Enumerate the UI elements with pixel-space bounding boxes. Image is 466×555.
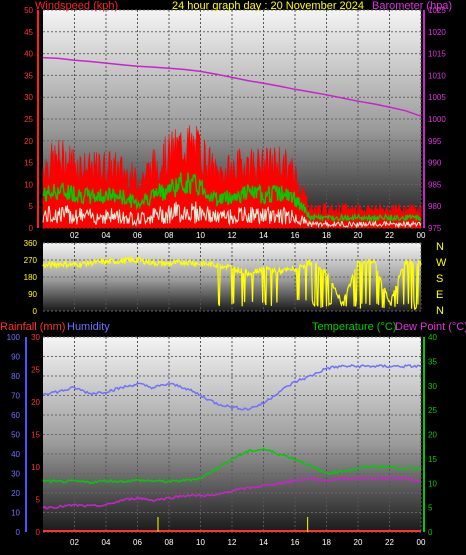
barometer-tick-label: 1010 — [428, 71, 446, 80]
barometer-tick-label: 990 — [428, 159, 442, 168]
direction-tick-label: 90 — [28, 290, 37, 299]
temperature-tick-label: 20 — [428, 431, 437, 440]
temperature-tick-label: 25 — [428, 406, 437, 415]
temperature-tick-label: 40 — [428, 333, 437, 342]
wind-x-tick-label: 06 — [133, 231, 142, 240]
humidity-tick-label: 60 — [11, 411, 20, 420]
temp-x-tick-label: 12 — [228, 538, 237, 547]
direction-tick-label: 270 — [24, 256, 38, 265]
wind-x-tick-label: 12 — [228, 231, 237, 240]
windspeed-tick-label: 40 — [24, 50, 33, 59]
temp-x-tick-label: 22 — [385, 538, 394, 547]
humidity-tick-label: 30 — [11, 470, 20, 479]
compass-label: S — [436, 273, 443, 285]
wind-x-tick-label: 02 — [70, 231, 79, 240]
windspeed-tick-label: 50 — [24, 6, 33, 15]
temp-x-tick-label: 16 — [291, 538, 300, 547]
temp-x-tick-label: 10 — [196, 538, 205, 547]
windspeed-tick-label: 20 — [24, 137, 33, 146]
compass-label: N — [436, 305, 444, 317]
rainfall-axis-label: Rainfall (mm) — [0, 321, 65, 333]
wind-x-tick-label: 20 — [354, 231, 363, 240]
temperature-tick-label: 15 — [428, 455, 437, 464]
chart-title: 24 hour graph day : 20 November 2024 — [172, 0, 364, 12]
barometer-tick-label: 1005 — [428, 93, 446, 102]
windspeed-tick-label: 15 — [24, 159, 33, 168]
rainfall-tick-label: 25 — [31, 366, 40, 375]
barometer-tick-label: 1015 — [428, 50, 446, 59]
temp-x-tick-label: 04 — [102, 538, 111, 547]
temperature-tick-label: 0 — [428, 528, 433, 537]
windspeed-tick-label: 0 — [29, 224, 34, 233]
humidity-tick-label: 80 — [11, 372, 20, 381]
temp-x-tick-label: 00 — [417, 538, 426, 547]
barometer-tick-label: 1020 — [428, 28, 446, 37]
humidity-tick-label: 100 — [7, 333, 21, 342]
direction-tick-label: 360 — [24, 239, 38, 248]
barometer-tick-label: 995 — [428, 137, 442, 146]
direction-tick-label: 180 — [24, 273, 38, 282]
wind-x-tick-label: 04 — [102, 231, 111, 240]
humidity-tick-label: 0 — [16, 528, 21, 537]
temp-x-tick-label: 08 — [165, 538, 174, 547]
wind-x-tick-label: 10 — [196, 231, 205, 240]
windspeed-tick-label: 30 — [24, 93, 33, 102]
windspeed-tick-label: 5 — [29, 202, 34, 211]
temp-x-tick-label: 02 — [70, 538, 79, 547]
barometer-tick-label: 985 — [428, 180, 442, 189]
barometer-tick-label: 975 — [428, 224, 442, 233]
rainfall-tick-label: 15 — [31, 431, 40, 440]
temperature-tick-label: 35 — [428, 357, 437, 366]
barometer-axis-label: Barometer (hpa) — [372, 0, 452, 12]
temperature-axis-label: Temperature (°C) — [312, 321, 396, 333]
rainfall-tick-label: 0 — [36, 528, 41, 537]
wind-x-tick-label: 18 — [322, 231, 331, 240]
wind-x-tick-label: 08 — [165, 231, 174, 240]
temp-x-tick-label: 14 — [259, 538, 268, 547]
wind-x-tick-label: 16 — [291, 231, 300, 240]
windspeed-tick-label: 35 — [24, 71, 33, 80]
temp-x-tick-label: 06 — [133, 538, 142, 547]
temp-x-tick-label: 18 — [322, 538, 331, 547]
temperature-tick-label: 30 — [428, 382, 437, 391]
rainfall-tick-label: 5 — [36, 496, 41, 505]
rainfall-tick-label: 10 — [31, 463, 40, 472]
humidity-axis-label: Humidity — [67, 321, 110, 333]
wind-x-tick-label: 14 — [259, 231, 268, 240]
barometer-tick-label: 1000 — [428, 115, 446, 124]
rainfall-tick-label: 20 — [31, 398, 40, 407]
temperature-tick-label: 5 — [428, 504, 433, 513]
humidity-tick-label: 90 — [11, 353, 20, 362]
wind-x-tick-label: 22 — [385, 231, 394, 240]
humidity-tick-label: 50 — [11, 431, 20, 440]
wind-x-tick-label: 00 — [417, 231, 426, 240]
barometer-tick-label: 980 — [428, 202, 442, 211]
humidity-tick-label: 70 — [11, 392, 20, 401]
temperature-tick-label: 10 — [428, 479, 437, 488]
compass-label: W — [436, 257, 447, 269]
humidity-tick-label: 40 — [11, 450, 20, 459]
direction-tick-label: 0 — [33, 307, 38, 316]
weather-graph: 0510152025303540455097598098599099510001… — [0, 0, 466, 547]
dewpoint-axis-label: Dew Point (°C) — [395, 321, 466, 333]
windspeed-tick-label: 25 — [24, 115, 33, 124]
temp-x-tick-label: 20 — [354, 538, 363, 547]
compass-label: N — [436, 241, 444, 253]
windspeed-tick-label: 10 — [24, 180, 33, 189]
rainfall-tick-label: 30 — [31, 333, 40, 342]
windspeed-axis-label: Windspeed (kph) — [35, 0, 118, 12]
compass-label: E — [436, 289, 443, 301]
humidity-tick-label: 10 — [11, 509, 20, 518]
windspeed-tick-label: 45 — [24, 28, 33, 37]
humidity-tick-label: 20 — [11, 489, 20, 498]
